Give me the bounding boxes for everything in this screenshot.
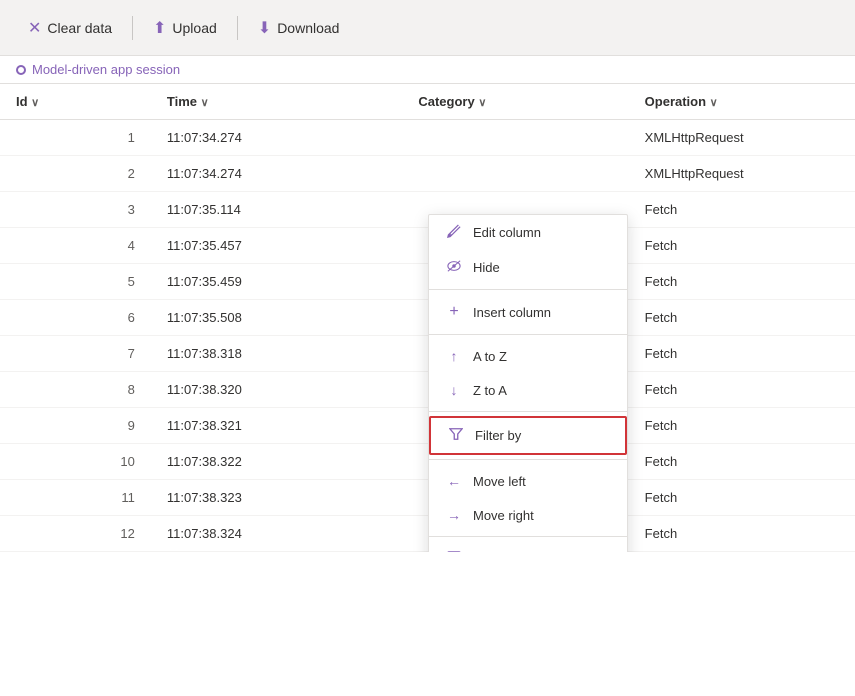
cell-id: 1 bbox=[0, 120, 151, 156]
insert-column-icon: + bbox=[445, 303, 463, 321]
menu-item-pin-left[interactable]: Pin left bbox=[429, 541, 627, 552]
cell-id: 3 bbox=[0, 192, 151, 228]
separator-1 bbox=[132, 16, 133, 40]
menu-item-move-right[interactable]: →Move right bbox=[429, 498, 627, 532]
separator-after-z-to-a bbox=[429, 411, 627, 412]
col-header-time[interactable]: Time ∨ bbox=[151, 84, 402, 120]
cell-time: 11:07:34.274 bbox=[151, 120, 402, 156]
menu-item-hide[interactable]: Hide bbox=[429, 250, 627, 285]
cell-time: 11:07:38.322 bbox=[151, 444, 402, 480]
operation-sort-icon: ∨ bbox=[710, 97, 718, 109]
time-sort-icon: ∨ bbox=[201, 97, 209, 109]
menu-item-filter-by[interactable]: Filter by bbox=[429, 416, 627, 455]
separator-2 bbox=[237, 16, 238, 40]
filter-by-icon bbox=[447, 427, 465, 444]
cell-id: 8 bbox=[0, 372, 151, 408]
cell-operation: Fetch bbox=[629, 372, 855, 408]
cell-operation: Fetch bbox=[629, 192, 855, 228]
col-header-category[interactable]: Category ∨ bbox=[402, 84, 628, 120]
upload-icon: ⬆ bbox=[153, 18, 166, 38]
cell-id: 11 bbox=[0, 480, 151, 516]
table-container: Id ∨ Time ∨ Category ∨ Operation ∨ 1 11:… bbox=[0, 84, 855, 552]
category-sort-icon: ∨ bbox=[478, 97, 486, 109]
col-header-id[interactable]: Id ∨ bbox=[0, 84, 151, 120]
cell-time: 11:07:35.459 bbox=[151, 264, 402, 300]
toolbar: ✕ Clear data ⬆ Upload ⬇ Download bbox=[0, 0, 855, 56]
cell-id: 9 bbox=[0, 408, 151, 444]
cell-time: 11:07:35.508 bbox=[151, 300, 402, 336]
cell-time: 11:07:38.324 bbox=[151, 516, 402, 552]
cell-operation: XMLHttpRequest bbox=[629, 120, 855, 156]
cell-operation: Fetch bbox=[629, 228, 855, 264]
table-header-row: Id ∨ Time ∨ Category ∨ Operation ∨ bbox=[0, 84, 855, 120]
cell-category bbox=[402, 120, 628, 156]
cell-time: 11:07:38.321 bbox=[151, 408, 402, 444]
download-button[interactable]: ⬇ Download bbox=[246, 12, 352, 44]
menu-item-z-to-a[interactable]: ↓Z to A bbox=[429, 373, 627, 407]
cell-operation: Fetch bbox=[629, 444, 855, 480]
menu-item-a-to-z[interactable]: ↑A to Z bbox=[429, 339, 627, 373]
upload-button[interactable]: ⬆ Upload bbox=[141, 12, 229, 44]
table-row: 2 11:07:34.274 XMLHttpRequest bbox=[0, 156, 855, 192]
column-context-menu: Edit columnHide +Insert column ↑A to Z↓Z t… bbox=[428, 214, 628, 552]
a-to-z-icon: ↑ bbox=[445, 348, 463, 364]
cell-time: 11:07:38.318 bbox=[151, 336, 402, 372]
cell-operation: Fetch bbox=[629, 264, 855, 300]
cell-id: 5 bbox=[0, 264, 151, 300]
menu-item-insert-column[interactable]: +Insert column bbox=[429, 294, 627, 330]
menu-item-edit-column[interactable]: Edit column bbox=[429, 215, 627, 250]
cell-operation: Fetch bbox=[629, 480, 855, 516]
cell-time: 11:07:38.320 bbox=[151, 372, 402, 408]
z-to-a-icon: ↓ bbox=[445, 382, 463, 398]
hide-icon bbox=[445, 259, 463, 276]
cell-operation: XMLHttpRequest bbox=[629, 156, 855, 192]
download-icon: ⬇ bbox=[258, 18, 271, 38]
clear-icon: ✕ bbox=[28, 18, 41, 38]
cell-time: 11:07:35.114 bbox=[151, 192, 402, 228]
session-bar: Model-driven app session bbox=[0, 56, 855, 84]
cell-operation: Fetch bbox=[629, 300, 855, 336]
clear-data-button[interactable]: ✕ Clear data bbox=[16, 12, 124, 44]
cell-category bbox=[402, 156, 628, 192]
separator-after-filter-by bbox=[429, 459, 627, 460]
session-label: Model-driven app session bbox=[32, 62, 180, 77]
cell-time: 11:07:38.323 bbox=[151, 480, 402, 516]
col-header-operation[interactable]: Operation ∨ bbox=[629, 84, 855, 120]
cell-time: 11:07:34.274 bbox=[151, 156, 402, 192]
cell-id: 2 bbox=[0, 156, 151, 192]
cell-operation: Fetch bbox=[629, 516, 855, 552]
cell-operation: Fetch bbox=[629, 408, 855, 444]
cell-time: 11:07:35.457 bbox=[151, 228, 402, 264]
cell-id: 12 bbox=[0, 516, 151, 552]
move-right-icon: → bbox=[445, 507, 463, 523]
move-left-icon: ← bbox=[445, 473, 463, 489]
separator-after-insert-column bbox=[429, 334, 627, 335]
table-row: 1 11:07:34.274 XMLHttpRequest bbox=[0, 120, 855, 156]
cell-id: 7 bbox=[0, 336, 151, 372]
cell-id: 10 bbox=[0, 444, 151, 480]
cell-operation: Fetch bbox=[629, 336, 855, 372]
id-sort-icon: ∨ bbox=[31, 97, 39, 109]
session-dot bbox=[16, 65, 26, 75]
pin-left-icon bbox=[445, 550, 463, 552]
cell-id: 4 bbox=[0, 228, 151, 264]
separator-after-move-right bbox=[429, 536, 627, 537]
edit-column-icon bbox=[445, 224, 463, 241]
menu-item-move-left[interactable]: ←Move left bbox=[429, 464, 627, 498]
separator-after-hide bbox=[429, 289, 627, 290]
cell-id: 6 bbox=[0, 300, 151, 336]
